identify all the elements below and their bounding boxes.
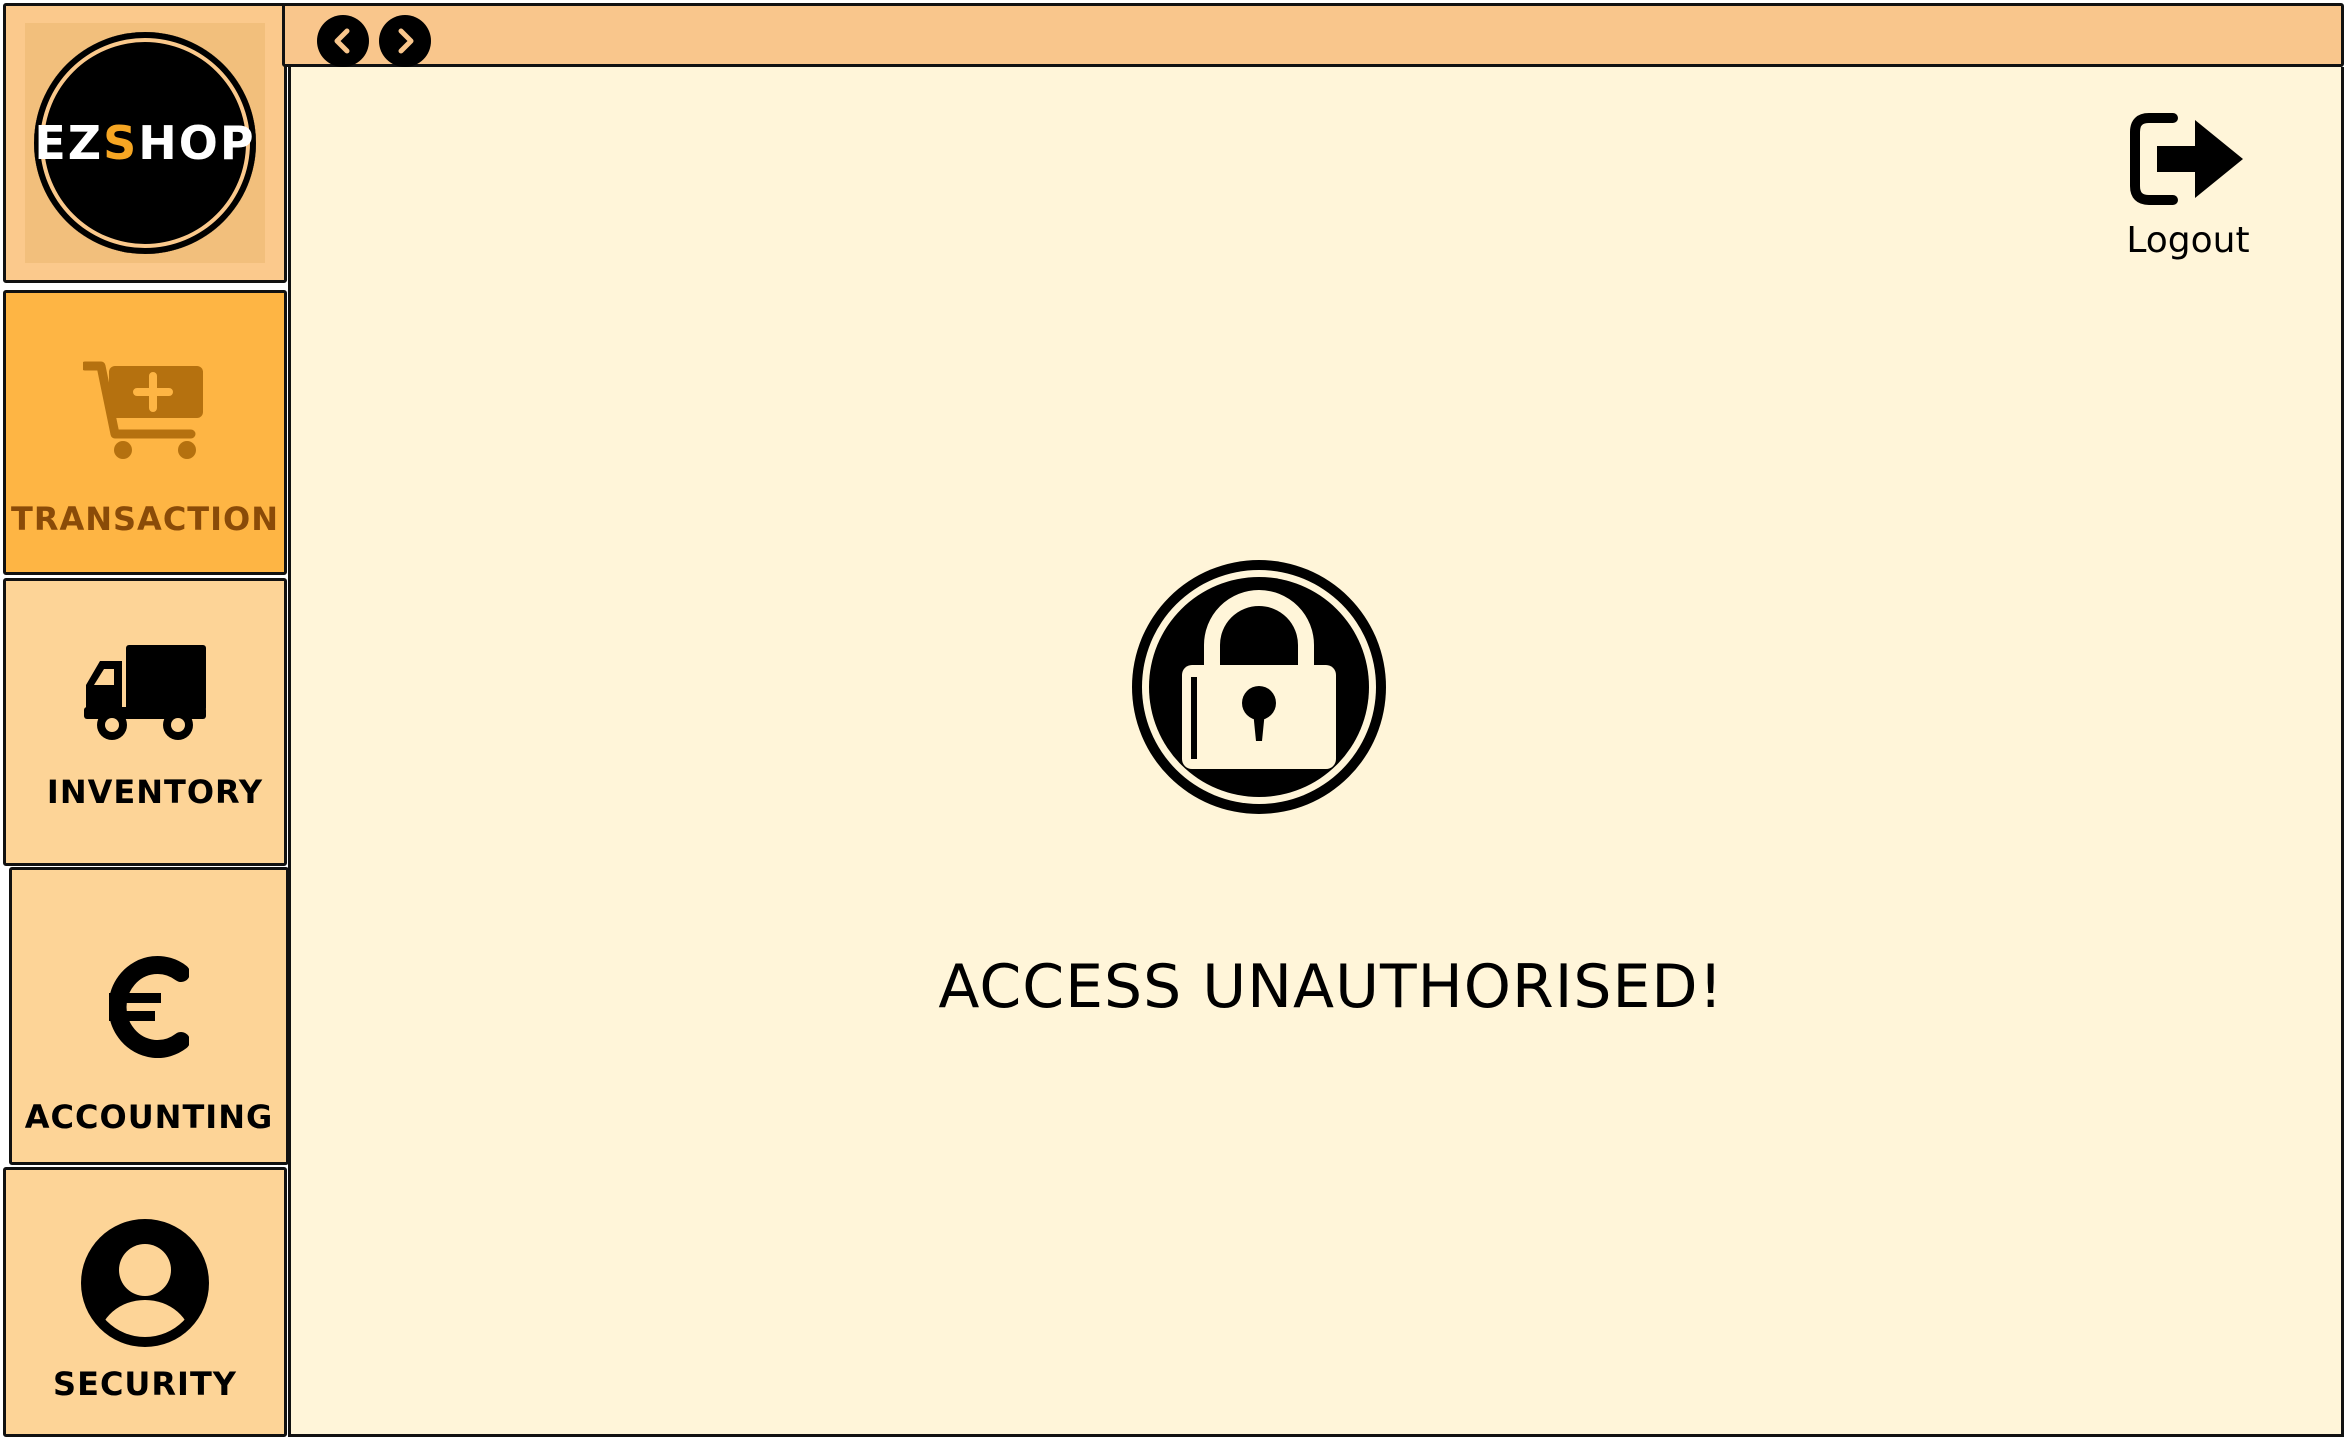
sidebar-item-label: TRANSACTION (10, 500, 280, 538)
sidebar-item-label: INVENTORY (46, 773, 264, 811)
sidebar-item-inventory[interactable]: INVENTORY (3, 578, 287, 866)
logo-background: EZSHOP (25, 23, 265, 263)
back-button[interactable] (317, 15, 369, 67)
sidebar-item-accounting[interactable]: ACCOUNTING (9, 867, 289, 1165)
cart-add-icon (83, 361, 203, 459)
logo-text-suffix: HOP (138, 116, 256, 170)
user-icon (81, 1219, 209, 1347)
logo-text-accent: S (103, 116, 139, 170)
sidebar-item-label: SECURITY (53, 1365, 237, 1403)
sidebar-item-transaction[interactable]: TRANSACTION (3, 290, 287, 575)
euro-icon (109, 956, 189, 1058)
sidebar: EZSHOP TRANSACTION INVENTORY ACCOUNTING … (3, 3, 290, 1437)
chevron-left-icon (334, 28, 350, 54)
top-bar (282, 3, 2344, 67)
logout-icon (2130, 113, 2243, 205)
access-unauthorised-message: ACCESS UNAUTHORISED! (938, 952, 1724, 1022)
chevron-right-icon (398, 28, 414, 54)
logo-panel: EZSHOP (3, 3, 287, 283)
sidebar-item-security[interactable]: SECURITY (3, 1167, 287, 1437)
logo-text: EZSHOP (34, 116, 255, 170)
forward-button[interactable] (379, 15, 431, 67)
app-window: EZSHOP TRANSACTION INVENTORY ACCOUNTING … (0, 0, 2350, 1442)
logout-button[interactable]: Logout (2113, 112, 2263, 261)
ezshop-logo: EZSHOP (34, 32, 256, 254)
lock-icon (1132, 560, 1386, 814)
sidebar-item-label: ACCOUNTING (24, 1098, 274, 1136)
main-content: Logout ACCESS UNAUTHORISED! (288, 67, 2344, 1437)
logo-text-prefix: EZ (34, 116, 104, 170)
truck-icon (84, 645, 206, 740)
logout-label: Logout (2126, 220, 2250, 261)
